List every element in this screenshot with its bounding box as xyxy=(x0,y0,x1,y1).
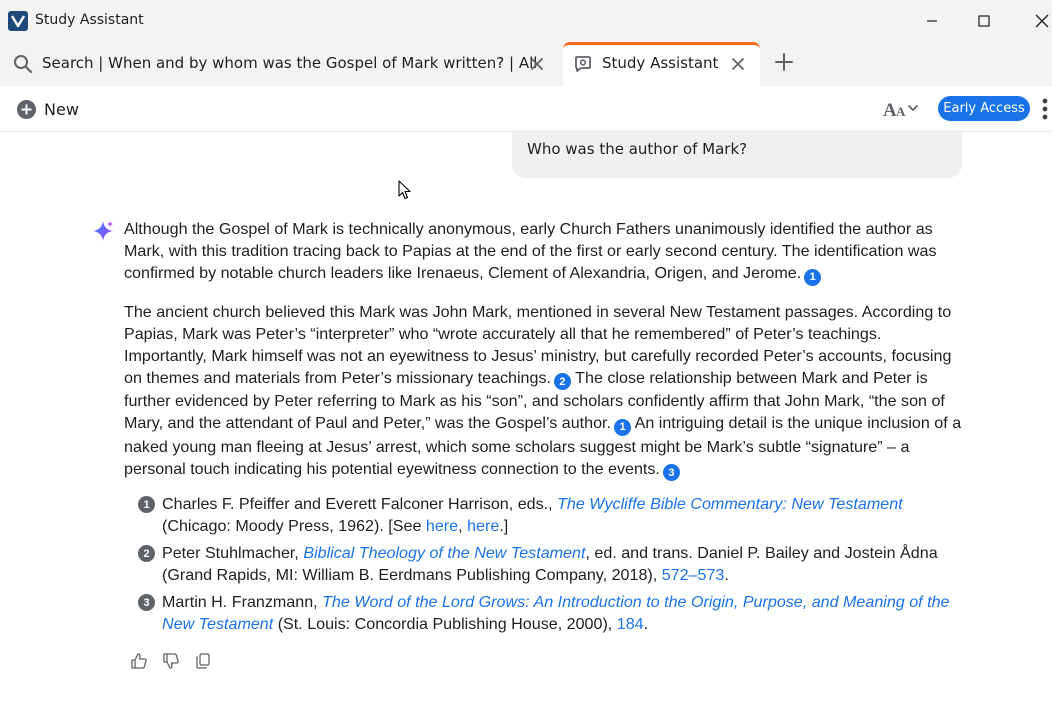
reference-number: 1 xyxy=(138,496,155,513)
citation-marker[interactable]: 3 xyxy=(662,464,680,481)
reference-page-link[interactable]: 572–573 xyxy=(662,566,725,584)
window-title: Study Assistant xyxy=(35,12,144,28)
plus-circle-icon xyxy=(17,99,36,119)
reference-page-link[interactable]: 184 xyxy=(617,615,644,633)
answer-paragraph: Although the Gospel of Mark is technical… xyxy=(124,218,964,286)
sparkle-icon xyxy=(93,221,113,241)
reference-title-link[interactable]: The Wycliffe Bible Commentary: New Testa… xyxy=(557,495,903,513)
citation-marker[interactable]: 1 xyxy=(804,268,822,286)
citation-marker[interactable]: 1 xyxy=(614,418,631,436)
answer-paragraph: The ancient church believed this Mark wa… xyxy=(124,301,964,481)
new-tab-button[interactable] xyxy=(772,50,796,74)
tab-study-assistant[interactable]: Study Assistant xyxy=(563,42,760,86)
reference-item: 3 Martin H. Franzmann, The Word of the L… xyxy=(138,591,968,635)
tab-search[interactable]: Search | When and by whom was the Gospel… xyxy=(0,42,558,86)
svg-text:A: A xyxy=(883,100,897,121)
minimize-button[interactable] xyxy=(912,6,952,36)
reference-item: 2 Peter Stuhlmacher, Biblical Theology o… xyxy=(138,542,968,586)
new-chat-button[interactable]: New xyxy=(16,98,79,120)
maximize-button[interactable] xyxy=(964,6,1004,36)
app-logo-icon xyxy=(8,11,28,31)
close-tab-icon[interactable] xyxy=(730,56,746,72)
thumbs-down-icon[interactable] xyxy=(162,652,180,670)
references-list: 1 Charles F. Pfeiffer and Everett Falcon… xyxy=(138,493,968,640)
assistant-answer: Although the Gospel of Mark is technical… xyxy=(124,218,964,496)
tab-bar: Search | When and by whom was the Gospel… xyxy=(0,42,1052,86)
maximize-icon xyxy=(978,15,990,27)
reference-number: 2 xyxy=(138,545,155,562)
reference-page-link[interactable]: here xyxy=(426,517,458,535)
title-bar: Study Assistant xyxy=(0,0,1052,42)
toolbar: New A A Early Access xyxy=(0,86,1052,132)
reference-number: 3 xyxy=(138,594,155,611)
close-icon xyxy=(1035,14,1049,28)
font-size-icon[interactable]: A A xyxy=(882,97,920,121)
chat-area: Who was the author of Mark? Although the… xyxy=(0,130,1052,718)
svg-text:A: A xyxy=(896,104,906,119)
tab-search-label: Search | When and by whom was the Gospel… xyxy=(42,54,538,72)
reference-item: 1 Charles F. Pfeiffer and Everett Falcon… xyxy=(138,493,968,537)
user-message: Who was the author of Mark? xyxy=(512,130,962,178)
mouse-cursor-icon xyxy=(398,180,411,200)
reference-page-link[interactable]: here xyxy=(467,517,499,535)
close-window-button[interactable] xyxy=(1022,6,1052,36)
thumbs-up-icon[interactable] xyxy=(130,652,148,670)
new-chat-label: New xyxy=(44,99,79,119)
minimize-icon xyxy=(927,20,937,22)
search-icon xyxy=(14,55,33,74)
copy-icon[interactable] xyxy=(194,652,212,670)
more-vertical-icon[interactable] xyxy=(1040,96,1050,122)
study-assistant-icon xyxy=(575,56,591,72)
tab-study-assistant-label: Study Assistant xyxy=(602,54,719,72)
citation-marker[interactable]: 2 xyxy=(553,373,571,390)
close-tab-icon[interactable] xyxy=(529,56,545,72)
early-access-badge[interactable]: Early Access xyxy=(938,96,1030,121)
reference-title-link[interactable]: Biblical Theology of the New Testament xyxy=(303,544,585,562)
